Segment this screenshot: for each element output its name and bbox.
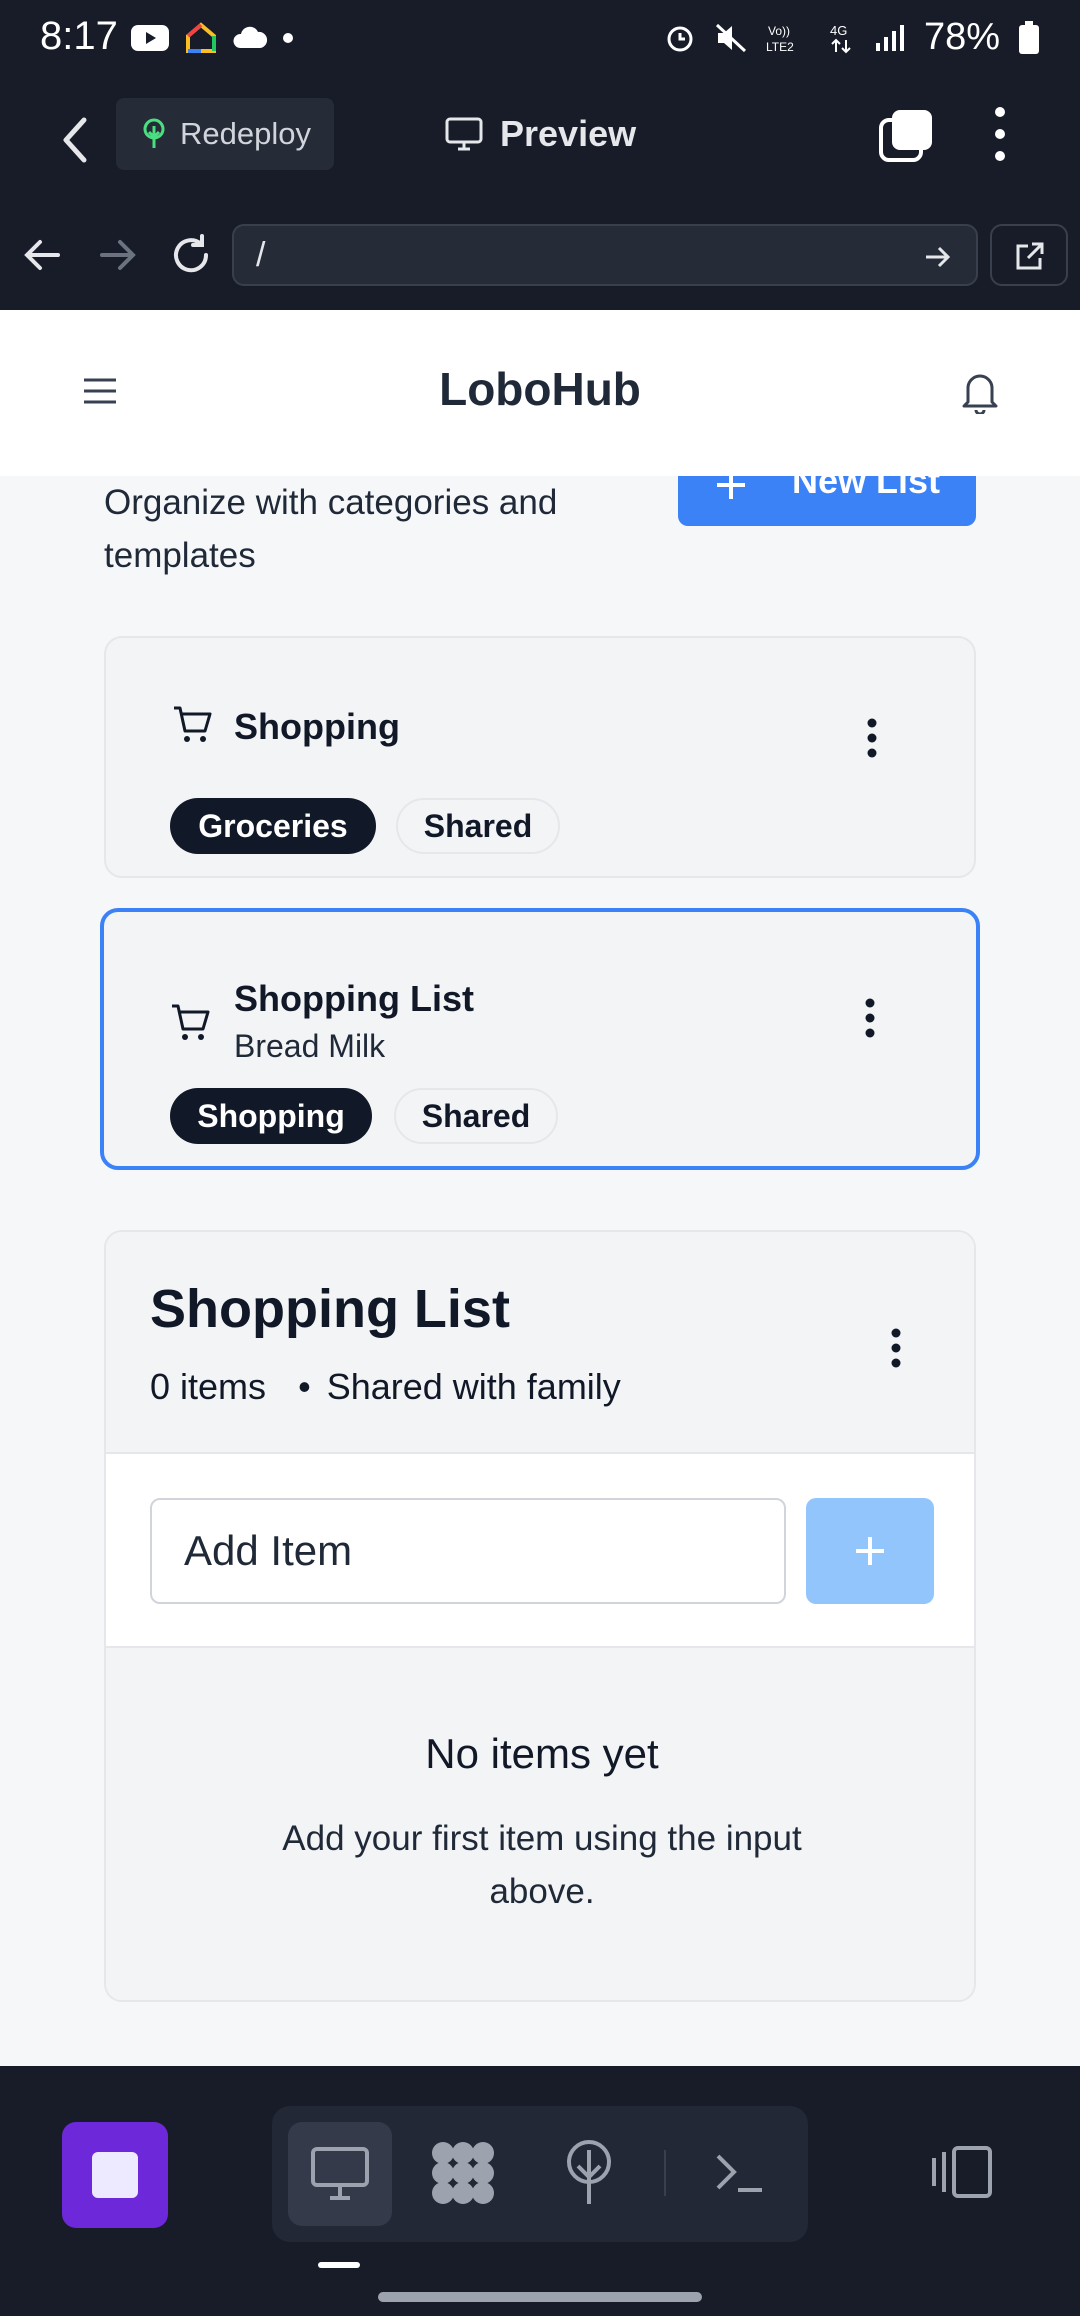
svg-text:4G: 4G xyxy=(830,23,847,38)
active-indicator xyxy=(318,2262,360,2268)
alarm-icon xyxy=(667,26,693,51)
status-right: Vo)) LTE2 4G 78% xyxy=(664,16,1040,59)
signal-icon xyxy=(875,24,904,51)
cart-icon xyxy=(172,1004,210,1040)
url-field[interactable]: / xyxy=(232,224,978,286)
plus-icon xyxy=(856,1537,884,1565)
add-item-input[interactable]: Add Item xyxy=(150,1498,786,1604)
back-icon[interactable] xyxy=(52,112,102,168)
status-time: 8:17 xyxy=(40,14,118,58)
tag-badge: Shared xyxy=(396,798,560,854)
status-bar: 8:17 Vo)) LTE2 4G 78% xyxy=(0,0,1080,78)
preview-label: Preview xyxy=(500,113,637,154)
more-vertical-icon[interactable] xyxy=(890,1328,902,1368)
terminal-icon[interactable] xyxy=(712,2146,766,2200)
empty-state-title: No items yet xyxy=(425,1730,659,1777)
tag-badge: Groceries xyxy=(170,798,376,854)
grid-apps-icon[interactable] xyxy=(430,2140,496,2206)
app-header: LoboHub xyxy=(0,310,1080,478)
stop-icon xyxy=(92,2152,138,2198)
page-subtitle: Organize with categories and templates xyxy=(104,483,558,575)
more-vertical-icon[interactable] xyxy=(866,718,878,758)
list-detail-header: Shopping List 0 items • Shared with fami… xyxy=(106,1232,974,1454)
mute-icon xyxy=(715,23,746,52)
external-link-icon xyxy=(1016,242,1044,270)
4g-icon: 4G xyxy=(830,23,851,53)
go-arrow-icon[interactable] xyxy=(920,240,954,274)
list-card-title: Shopping xyxy=(234,706,400,747)
notification-icons xyxy=(130,22,294,54)
list-card[interactable]: Shopping Groceries Shared xyxy=(104,636,976,878)
stop-button[interactable] xyxy=(62,2122,168,2228)
view-switcher xyxy=(272,2106,808,2242)
browser-back-icon[interactable] xyxy=(20,232,66,278)
volte-icon: Vo)) LTE2 xyxy=(766,24,794,54)
list-card-description: Bread Milk xyxy=(234,1028,386,1064)
empty-state: No items yet Add your first item using t… xyxy=(106,1646,974,2000)
panel-layout-icon[interactable] xyxy=(930,2144,994,2200)
empty-state-description: Add your first item using the input abov… xyxy=(282,1819,802,1911)
new-list-label: New List xyxy=(792,476,941,501)
dot-icon xyxy=(283,33,293,43)
home-indicator[interactable] xyxy=(378,2292,702,2302)
svg-text:Vo)): Vo)) xyxy=(768,24,790,38)
redeploy-label: Redeploy xyxy=(180,116,311,151)
monitor-icon xyxy=(311,2147,369,2200)
youtube-icon xyxy=(131,25,169,51)
redeploy-button[interactable]: Redeploy xyxy=(116,98,334,170)
reload-icon[interactable] xyxy=(168,232,214,278)
list-card-title: Shopping List xyxy=(234,978,474,1019)
more-vertical-icon[interactable] xyxy=(864,998,876,1038)
divider xyxy=(664,2150,666,2196)
notifications-bell-icon[interactable] xyxy=(960,368,1000,414)
new-list-button[interactable]: New List xyxy=(678,476,976,526)
tree-icon xyxy=(143,118,165,148)
bullet-separator: • xyxy=(298,1366,311,1407)
main-content: Organize with categories and templates N… xyxy=(0,476,1080,2066)
browser-forward-icon[interactable] xyxy=(94,232,140,278)
tag-badge: Shopping xyxy=(170,1088,372,1144)
bottom-bar xyxy=(0,2066,1080,2316)
battery-icon xyxy=(1019,20,1039,54)
browser-bar: / xyxy=(0,202,1080,310)
app-toolbar: Redeploy Preview xyxy=(0,78,1080,204)
home-app-icon xyxy=(186,22,216,53)
deploy-tree-icon[interactable] xyxy=(564,2140,614,2206)
item-count: 0 items xyxy=(150,1366,267,1407)
tabs-icon[interactable] xyxy=(878,108,934,164)
list-detail-title: Shopping List xyxy=(150,1279,510,1339)
preview-view-button[interactable] xyxy=(288,2122,392,2226)
brand-title: LoboHub xyxy=(439,363,641,415)
plus-icon xyxy=(717,476,745,499)
more-vertical-icon[interactable] xyxy=(988,104,1012,164)
sharing-status: Shared with family xyxy=(326,1366,621,1407)
preview-button[interactable]: Preview xyxy=(444,104,636,164)
battery-percent: 78% xyxy=(923,16,1000,58)
svg-text:LTE2: LTE2 xyxy=(766,40,794,54)
list-detail-panel: Shopping List 0 items • Shared with fami… xyxy=(104,1230,976,2002)
monitor-icon xyxy=(445,117,483,151)
tag-badge: Shared xyxy=(394,1088,558,1144)
list-card-selected[interactable]: Shopping List Bread Milk Shopping Shared xyxy=(100,908,980,1170)
cloud-icon xyxy=(233,26,268,48)
open-external-button[interactable] xyxy=(990,224,1068,286)
url-text: / xyxy=(256,235,266,274)
add-item-button[interactable] xyxy=(806,1498,934,1604)
cart-icon xyxy=(174,706,212,742)
list-detail-meta: 0 items • Shared with family xyxy=(150,1366,621,1408)
